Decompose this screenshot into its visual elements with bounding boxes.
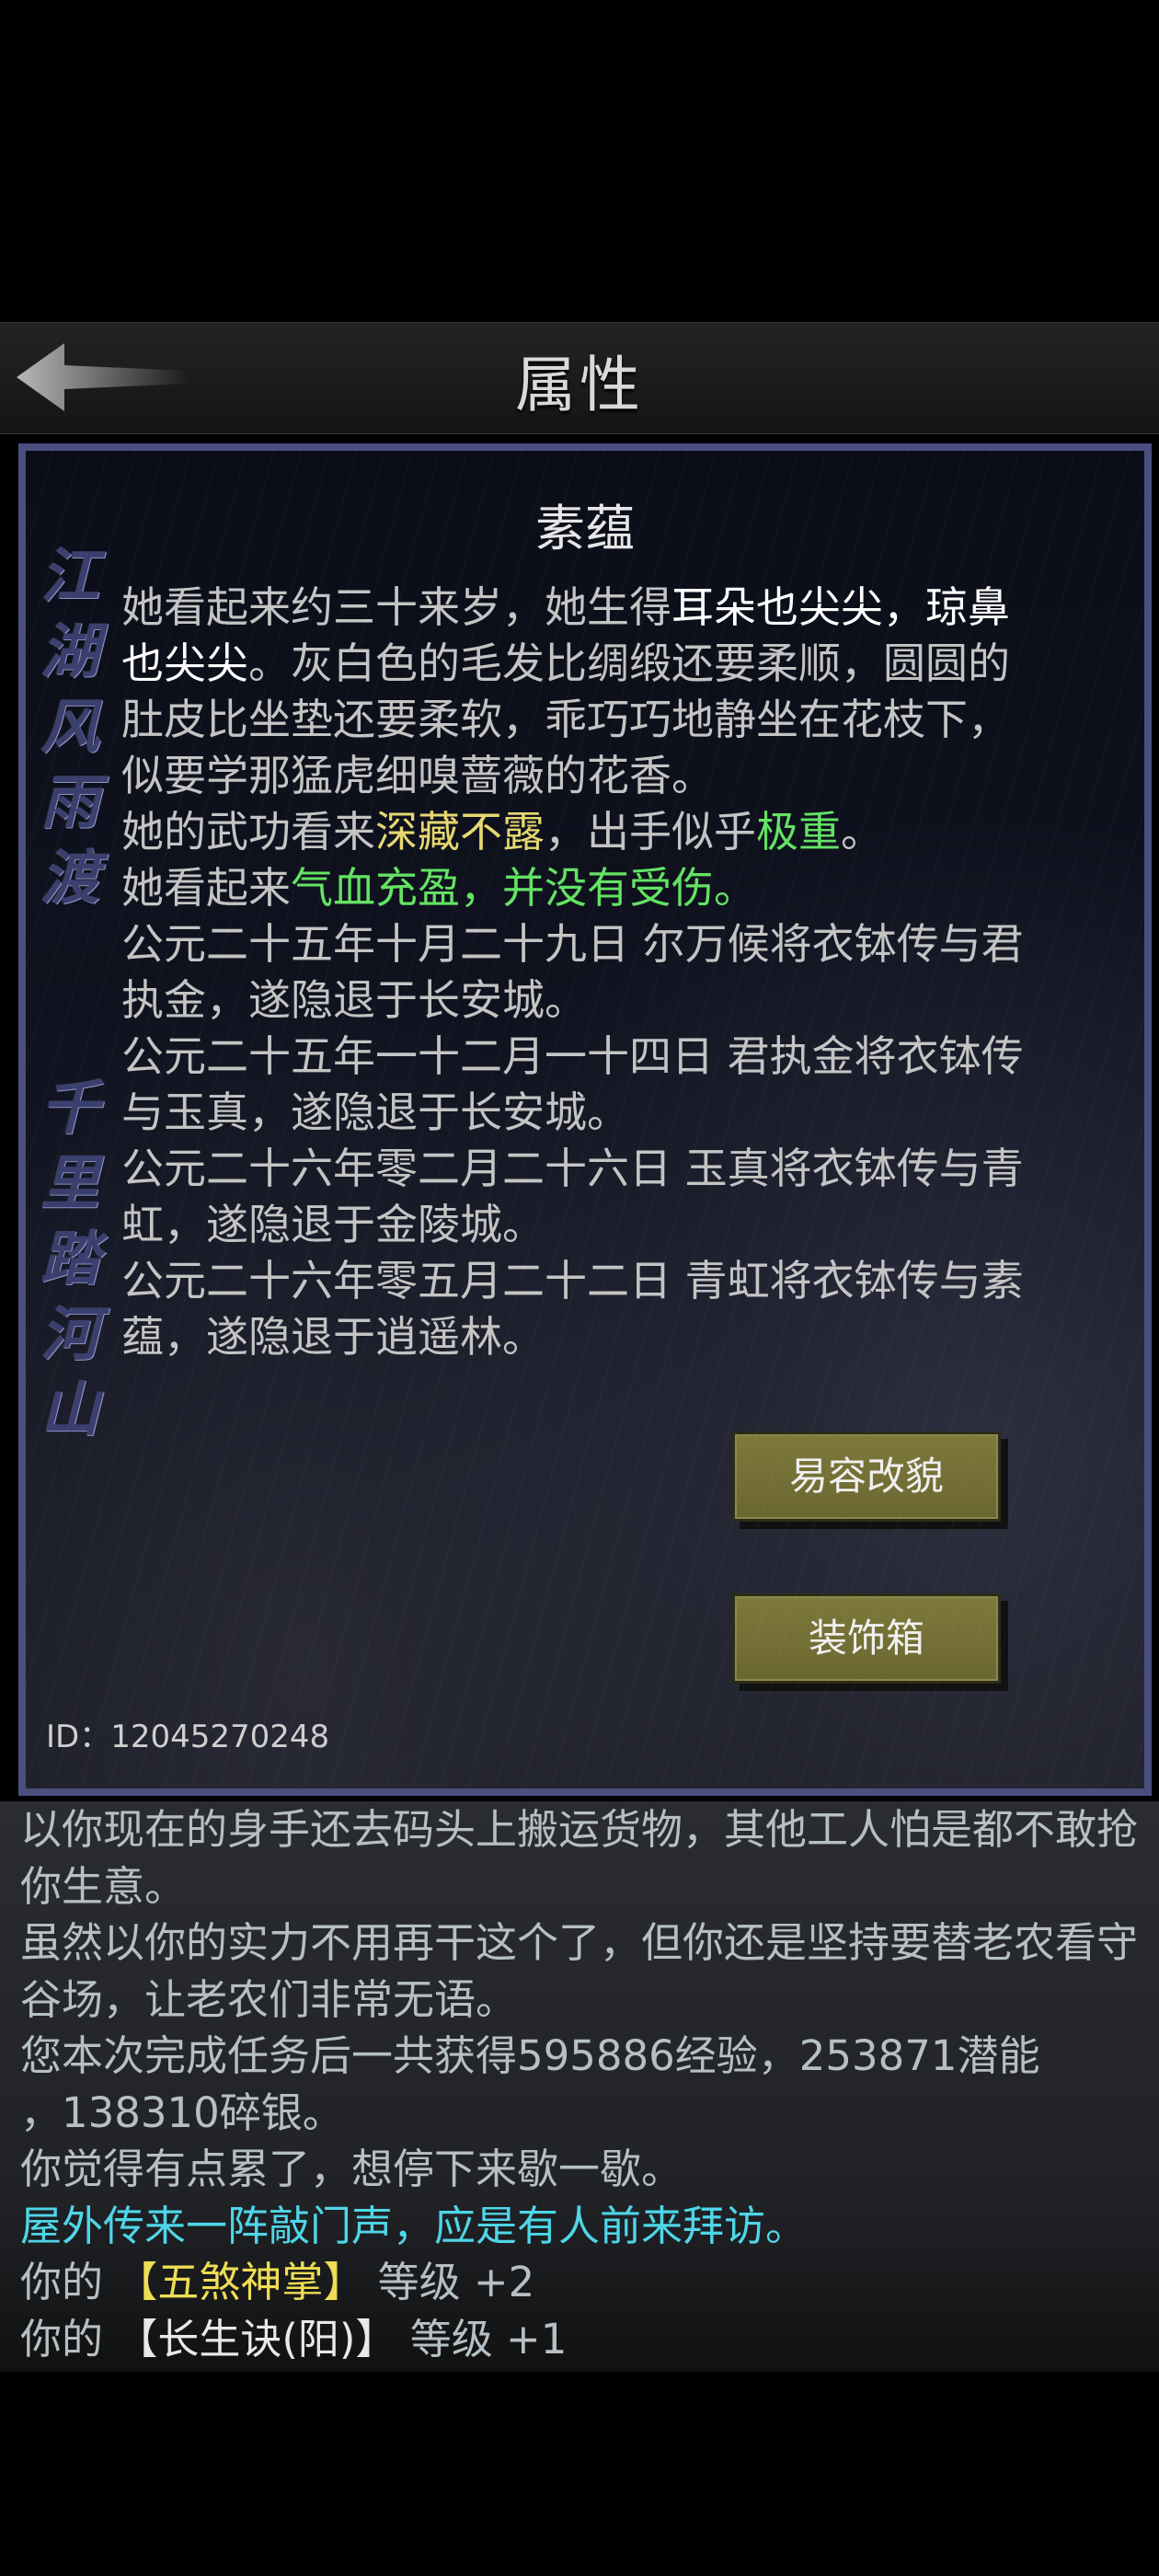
- character-name: 素蕴: [535, 500, 635, 558]
- lineage-entry: 公元二十五年一十二月一十四日 君执金将衣钵传与玉真，遂隐退于长安城。: [121, 1031, 1024, 1137]
- martial-text: 她的武功看来深藏不露，出手似乎极重。: [121, 807, 883, 857]
- log-line: 你的 【五煞神掌】 等级 +2: [20, 2258, 535, 2306]
- lineage-entry: 公元二十六年零二月二十六日 玉真将衣钵传与青虹，遂隐退于金陵城。: [121, 1144, 1024, 1249]
- calligraphy-top: 江 湖 风 雨 渡: [40, 542, 99, 913]
- attribute-panel: 江 湖 风 雨 渡 千 里 踏 河 山 素蕴 她看起来约三十来岁，她生得耳朵也尖…: [18, 443, 1152, 1796]
- message-log[interactable]: 以你现在的身手还去码头上搬运货物，其他工人怕是都不敢抢你生意。 虽然以你的实力不…: [0, 1801, 1159, 2372]
- lineage-entry: 公元二十六年零五月二十二日 青虹将衣钵传与素蕴，遂隐退于逍遥林。: [121, 1256, 1024, 1362]
- calligraphy-bottom: 千 里 踏 河 山: [40, 1074, 99, 1444]
- character-description: 她看起来约三十来岁，她生得耳朵也尖尖，琼鼻也尖尖。灰白色的毛发比绸缎还要柔顺，圆…: [121, 580, 1050, 1365]
- log-line: 以你现在的身手还去码头上搬运货物，其他工人怕是都不敢抢你生意。: [20, 1805, 1139, 1911]
- health-text: 她看起来气血充盈，并没有受伤。: [121, 863, 756, 913]
- log-line: 你觉得有点累了，想停下来歇一歇。: [20, 2145, 683, 2193]
- log-line: 您本次完成任务后一共获得595886经验，253871潜能 ，138310碎银。: [20, 2031, 1040, 2137]
- lineage-entry: 公元二十五年十月二十九日 尔万候将衣钵传与君执金，遂隐退于长安城。: [121, 919, 1024, 1025]
- disguise-button[interactable]: 易容改貌: [732, 1432, 1001, 1522]
- log-line: 你的 【长生诀(阳)】 等级 +1: [20, 2314, 568, 2363]
- page-title: 属性: [515, 350, 644, 420]
- appearance-text: 她看起来约三十来岁，她生得耳朵也尖尖，琼鼻也尖尖。灰白色的毛发比绸缎还要柔顺，圆…: [121, 582, 1010, 800]
- player-id: ID：12045270248: [46, 1719, 330, 1755]
- top-bar: 属性: [0, 322, 1159, 434]
- log-line: 虽然以你的实力不用再干这个了，但你还是坚持要替老农看守谷场，让老农们非常无语。: [20, 1918, 1139, 2024]
- wardrobe-button[interactable]: 装饰箱: [732, 1593, 1001, 1684]
- log-line: 屋外传来一阵敲门声，应是有人前来拜访。: [20, 2201, 808, 2250]
